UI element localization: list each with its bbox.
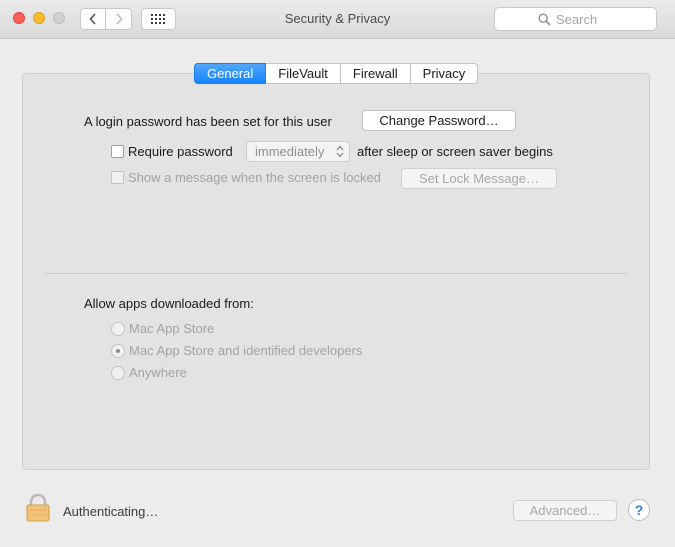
radio-anywhere[interactable] — [111, 366, 125, 380]
lock-icon — [26, 493, 50, 522]
allow-apps-label: Allow apps downloaded from: — [84, 296, 254, 311]
tab-privacy[interactable]: Privacy — [410, 63, 479, 84]
tab-filevault[interactable]: FileVault — [266, 63, 341, 84]
show-message-checkbox[interactable] — [111, 171, 124, 184]
login-password-label: A login password has been set for this u… — [84, 114, 332, 129]
require-password-label: Require password — [128, 144, 233, 159]
help-button[interactable]: ? — [628, 499, 650, 521]
advanced-button[interactable]: Advanced… — [513, 500, 617, 521]
radio-identified-developers-label: Mac App Store and identified developers — [129, 343, 363, 358]
tab-general[interactable]: General — [194, 63, 267, 84]
show-message-label: Show a message when the screen is locked — [128, 170, 381, 185]
search-field[interactable]: Search — [494, 7, 657, 31]
require-password-checkbox[interactable] — [111, 145, 124, 158]
after-sleep-label: after sleep or screen saver begins — [357, 144, 553, 159]
tab-firewall[interactable]: Firewall — [340, 63, 411, 84]
title-bar: Security & Privacy Search — [0, 0, 675, 39]
tab-bar: General FileVault Firewall Privacy — [194, 63, 479, 84]
radio-mac-app-store[interactable] — [111, 322, 125, 336]
change-password-button[interactable]: Change Password… — [362, 110, 516, 131]
radio-mac-app-store-label: Mac App Store — [129, 321, 215, 336]
updown-arrows-icon — [336, 145, 344, 158]
set-lock-message-button[interactable]: Set Lock Message… — [401, 168, 557, 189]
radio-identified-developers[interactable] — [111, 344, 125, 358]
lock-button[interactable] — [26, 493, 50, 525]
require-password-delay-value: immediately — [255, 144, 325, 159]
general-pane — [22, 73, 650, 470]
section-divider — [45, 273, 627, 274]
radio-anywhere-label: Anywhere — [129, 365, 187, 380]
authentication-status: Authenticating… — [63, 504, 159, 519]
require-password-delay-popup[interactable]: immediately — [246, 141, 350, 162]
search-placeholder: Search — [556, 12, 598, 27]
search-icon — [538, 13, 551, 26]
